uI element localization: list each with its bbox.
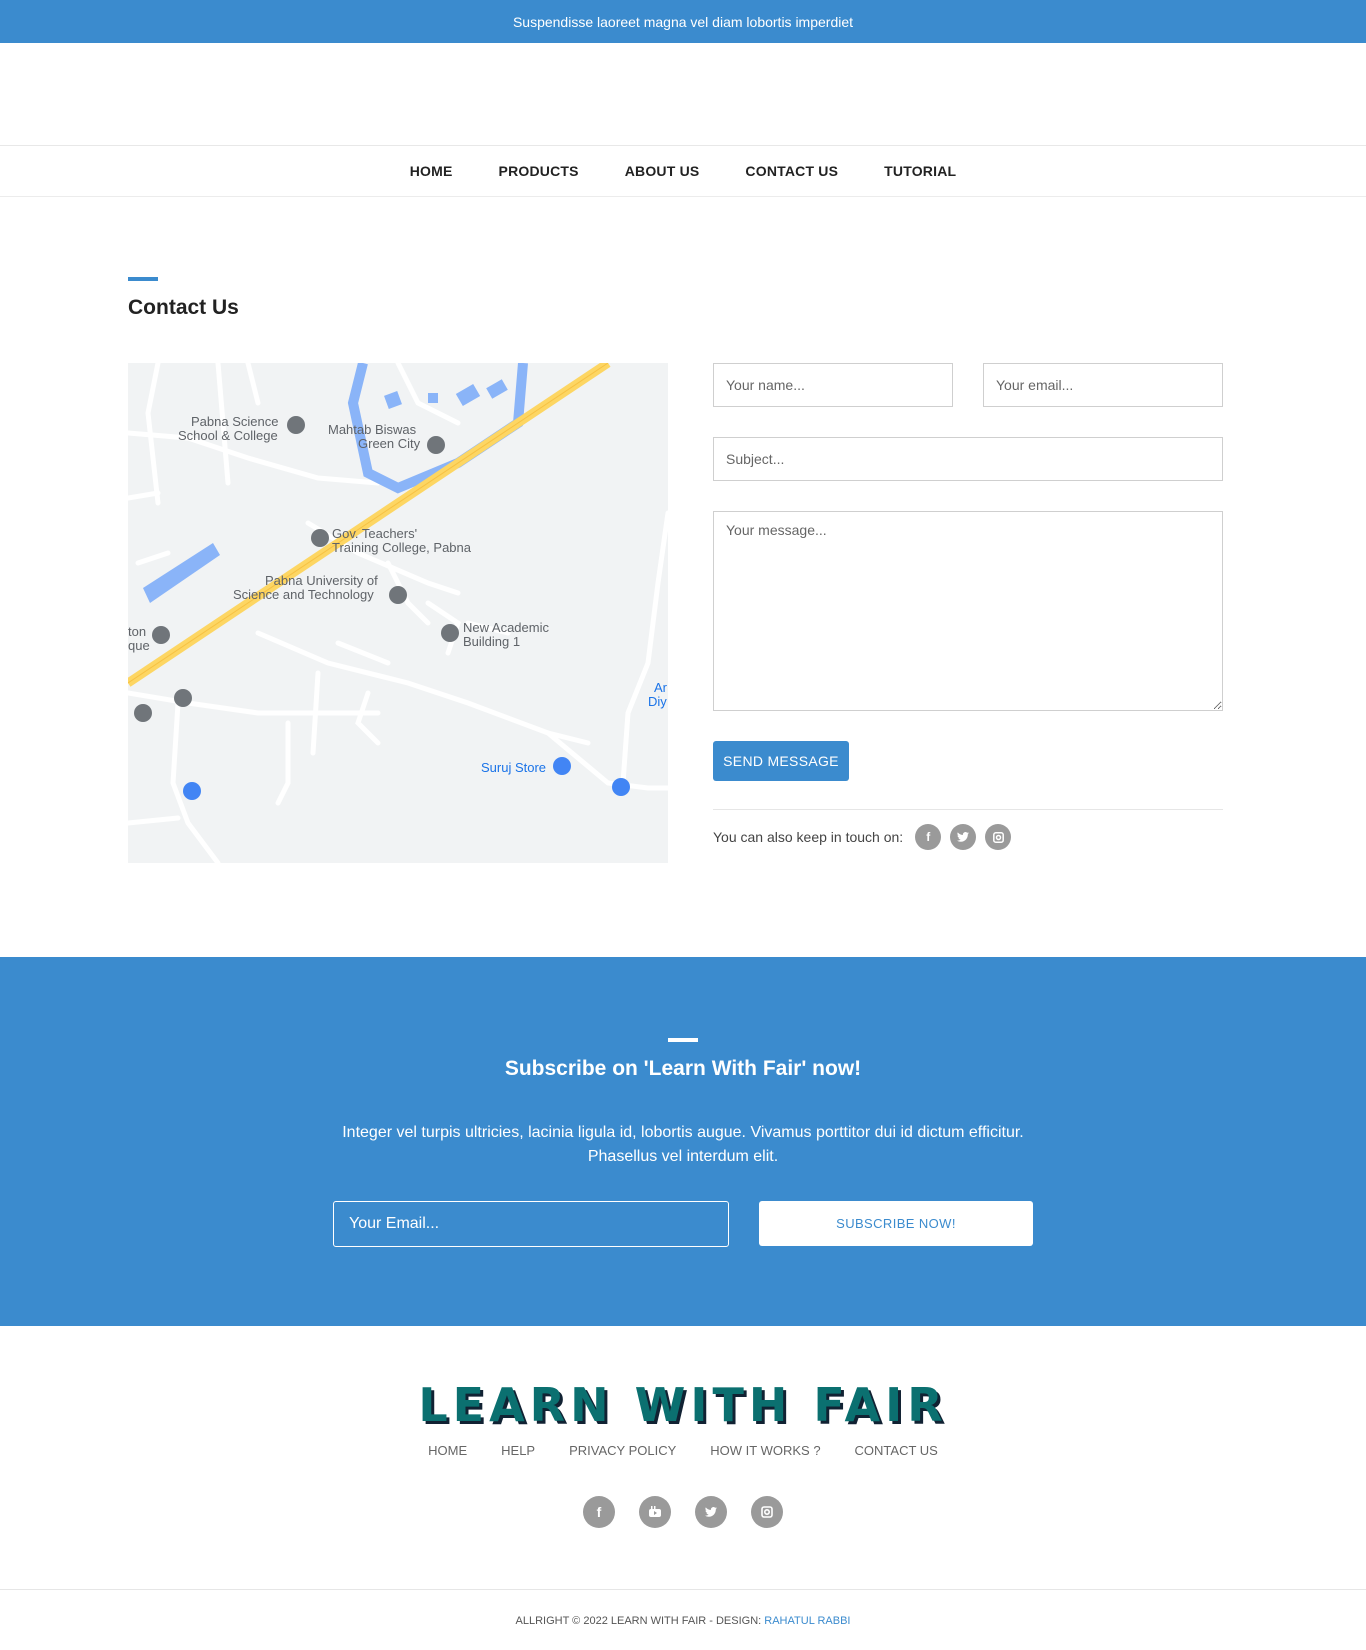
map-label: Ar xyxy=(654,680,667,695)
map-label: que xyxy=(128,638,150,653)
subscribe-text: Integer vel turpis ultricies, lacinia li… xyxy=(342,1124,1024,1165)
footer-link-home[interactable]: HOME xyxy=(428,1443,467,1458)
instagram-icon[interactable] xyxy=(985,824,1012,850)
map-label: Building 1 xyxy=(463,634,521,649)
nav-about-us[interactable]: ABOUT US xyxy=(602,163,723,179)
embedded-map[interactable]: Pabna Science School & College Mahtab Bi… xyxy=(128,363,668,863)
nav-home[interactable]: HOME xyxy=(387,163,476,179)
keep-in-touch: You can also keep in touch on: f xyxy=(713,824,1020,850)
title-accent-bar xyxy=(668,1038,698,1042)
map-label: New Academic xyxy=(463,620,549,635)
footer-social-icons: f xyxy=(0,1496,1366,1528)
copyright: ALLRIGHT © 2022 LEARN WITH FAIR - DESIGN… xyxy=(0,1615,1366,1627)
message-field[interactable] xyxy=(713,511,1223,711)
announcement-text: Suspendisse laoreet magna vel diam lobor… xyxy=(512,13,854,30)
map-label: Green City xyxy=(358,436,421,451)
divider xyxy=(713,809,1223,810)
map-label: School & College xyxy=(178,428,278,443)
footer-link-help[interactable]: HELP xyxy=(501,1443,535,1458)
send-message-button[interactable]: SEND MESSAGE xyxy=(713,741,849,781)
footer-link-privacy-policy[interactable]: PRIVACY POLICY xyxy=(569,1443,676,1458)
youtube-icon[interactable] xyxy=(639,1496,671,1528)
facebook-icon[interactable]: f xyxy=(583,1496,615,1528)
main-nav: HOME PRODUCTS ABOUT US CONTACT US TUTORI… xyxy=(0,146,1366,197)
header xyxy=(0,43,1366,146)
subject-field[interactable] xyxy=(713,437,1223,481)
map-label: Pabna University of xyxy=(265,573,378,588)
nav-products[interactable]: PRODUCTS xyxy=(476,163,602,179)
map-label: Suruj Store xyxy=(481,760,547,775)
map-label: Mahtab Biswas xyxy=(328,422,417,437)
map-label: Training College, Pabna xyxy=(332,540,471,555)
email-field[interactable] xyxy=(983,363,1223,407)
map-label: Diy xyxy=(648,694,667,709)
announcement-bar: Suspendisse laoreet magna vel diam lobor… xyxy=(0,0,1366,43)
subscribe-section: Subscribe on 'Learn With Fair' now! Inte… xyxy=(0,957,1366,1326)
map-label: ton xyxy=(128,624,147,639)
contact-section: Contact Us Pabna Science School & Colleg… xyxy=(0,197,1366,957)
nav-contact-us[interactable]: CONTACT US xyxy=(722,163,861,179)
twitter-icon[interactable] xyxy=(695,1496,727,1528)
nav-tutorial[interactable]: TUTORIAL xyxy=(861,163,979,179)
footer-links: HOME HELP PRIVACY POLICY HOW IT WORKS ? … xyxy=(0,1443,1366,1458)
divider xyxy=(0,1589,1366,1590)
footer: LEARN WITH FAIR HOME HELP PRIVACY POLICY… xyxy=(0,1326,1366,1634)
map-label: Pabna Science xyxy=(191,414,279,429)
footer-link-contact-us[interactable]: CONTACT US xyxy=(855,1443,938,1458)
facebook-icon[interactable]: f xyxy=(915,824,942,850)
subscribe-button[interactable]: SUBSCRIBE NOW! xyxy=(759,1201,1033,1246)
name-field[interactable] xyxy=(713,363,953,407)
twitter-icon[interactable] xyxy=(950,824,977,850)
subscribe-email-input[interactable] xyxy=(333,1201,729,1247)
copyright-text: ALLRIGHT © 2022 LEARN WITH FAIR - DESIGN… xyxy=(515,1615,765,1627)
keep-in-touch-text: You can also keep in touch on: xyxy=(713,829,904,845)
page-title: Contact Us xyxy=(128,296,239,319)
designer-link[interactable]: RAHATUL RABBI xyxy=(764,1615,850,1627)
footer-link-how-it-works[interactable]: HOW IT WORKS ? xyxy=(710,1443,820,1458)
subscribe-title: Subscribe on 'Learn With Fair' now! xyxy=(504,1057,862,1080)
instagram-icon[interactable] xyxy=(751,1496,783,1528)
map-label: Science and Technology xyxy=(233,587,374,602)
footer-logo[interactable]: LEARN WITH FAIR xyxy=(0,1378,1366,1432)
title-accent-bar xyxy=(128,277,158,281)
map-label: Gov. Teachers' xyxy=(332,526,418,541)
